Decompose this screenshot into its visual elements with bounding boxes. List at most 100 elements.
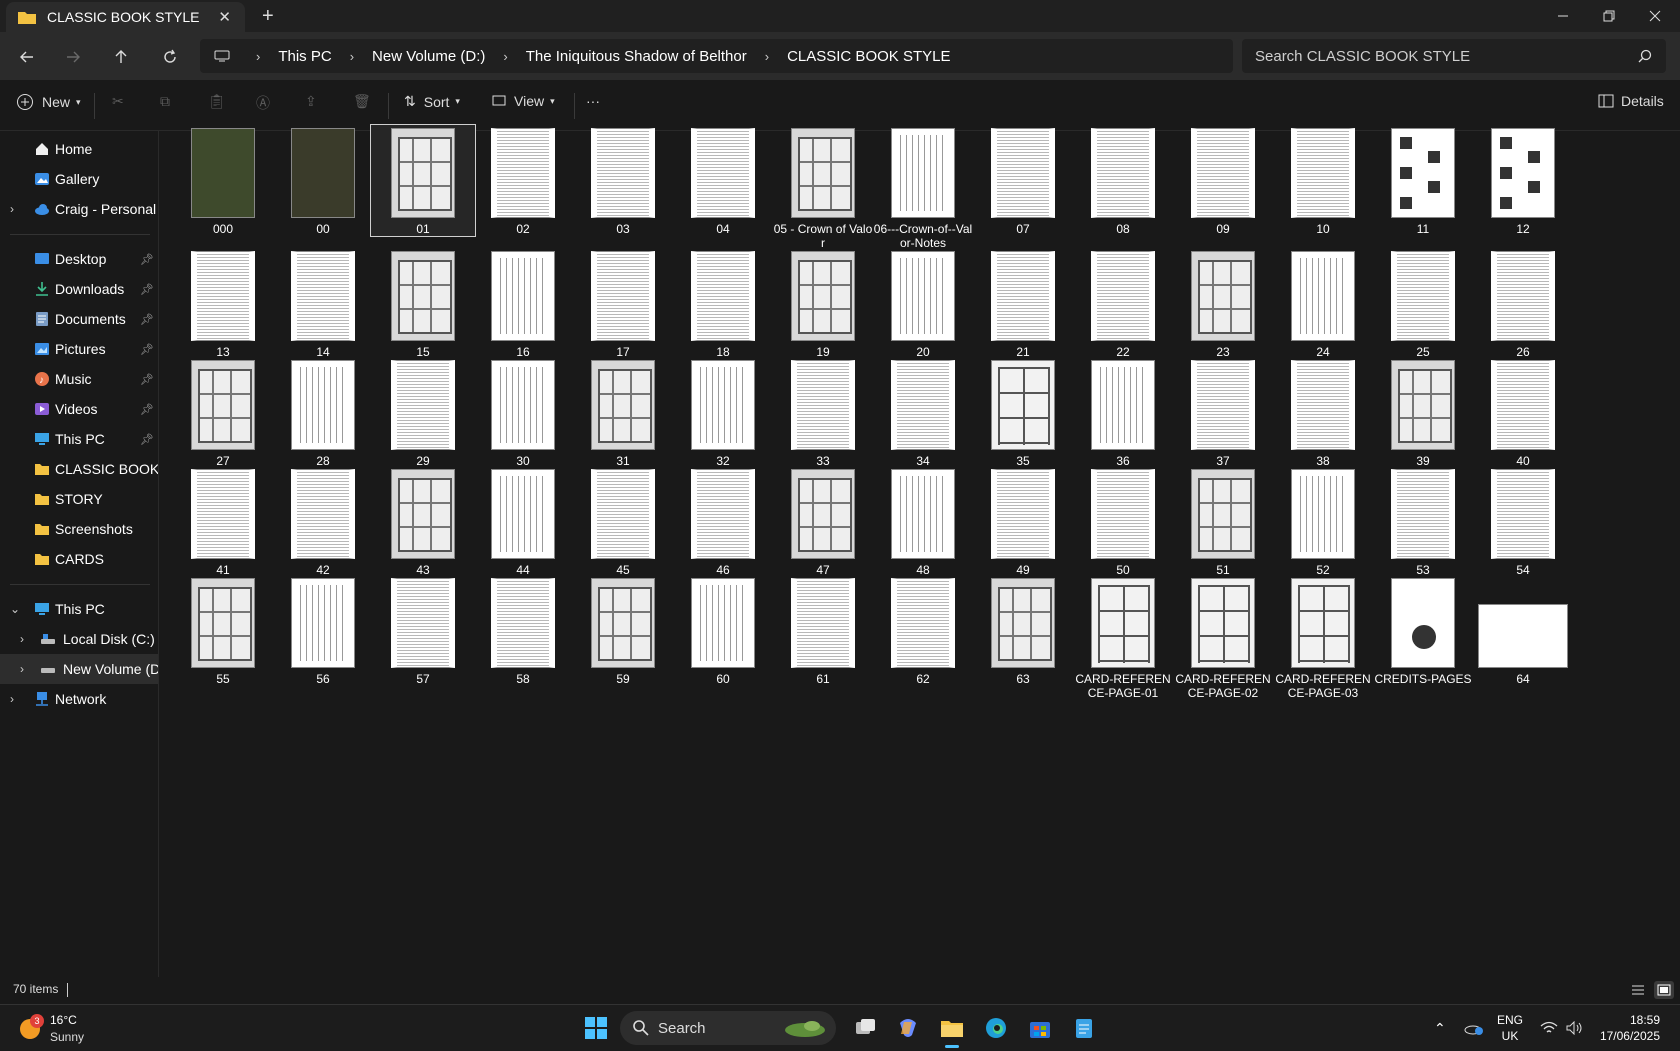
start-button[interactable] bbox=[580, 1012, 612, 1044]
notepad-button[interactable] bbox=[1068, 1012, 1100, 1044]
file-item[interactable]: 18 bbox=[671, 248, 775, 359]
file-item[interactable]: 12 bbox=[1471, 125, 1575, 236]
file-item[interactable]: 22 bbox=[1071, 248, 1175, 359]
pin-icon[interactable]: 📌︎ bbox=[140, 343, 154, 356]
file-item[interactable]: 14 bbox=[271, 248, 375, 359]
paste-button[interactable]: 📋︎ bbox=[208, 93, 226, 110]
file-item[interactable]: 06---Crown-of--Valor-Notes bbox=[871, 125, 975, 250]
share-button[interactable]: ⇪ bbox=[305, 93, 317, 110]
file-item[interactable]: 19 bbox=[771, 248, 875, 359]
chevron-down-icon[interactable]: ⌄ bbox=[10, 602, 20, 616]
file-item[interactable]: 63 bbox=[971, 575, 1075, 686]
sidebar-item-home[interactable]: Home bbox=[0, 134, 158, 164]
file-item[interactable]: 60 bbox=[671, 575, 775, 686]
file-item[interactable]: 62 bbox=[871, 575, 975, 686]
sidebar-item-new-volume[interactable]: › New Volume (D:) bbox=[0, 654, 158, 684]
pin-icon[interactable]: 📌︎ bbox=[140, 313, 154, 326]
file-item[interactable]: CREDITS-PAGES bbox=[1371, 575, 1475, 686]
more-options-button[interactable]: ··· bbox=[586, 93, 600, 109]
file-item[interactable]: 21 bbox=[971, 248, 1075, 359]
file-item[interactable]: 05 - Crown of Valor bbox=[771, 125, 875, 250]
file-item[interactable]: 13 bbox=[171, 248, 275, 359]
file-item[interactable]: 59 bbox=[571, 575, 675, 686]
breadcrumb-this-pc[interactable]: This PC bbox=[272, 48, 337, 65]
file-item[interactable]: 30 bbox=[471, 357, 575, 468]
sidebar-item-downloads[interactable]: Downloads 📌︎ bbox=[0, 274, 158, 304]
sidebar-item-this-pc-pinned[interactable]: This PC 📌︎ bbox=[0, 424, 158, 454]
file-item[interactable]: 56 bbox=[271, 575, 375, 686]
file-item[interactable]: 40 bbox=[1471, 357, 1575, 468]
file-item[interactable]: 43 bbox=[371, 466, 475, 577]
chevron-right-icon[interactable]: › bbox=[338, 49, 366, 64]
sidebar-item-onedrive[interactable]: › Craig - Personal bbox=[0, 194, 158, 224]
chevron-right-icon[interactable]: › bbox=[491, 49, 519, 64]
chevron-right-icon[interactable]: › bbox=[10, 202, 14, 216]
file-item[interactable]: 04 bbox=[671, 125, 775, 236]
chevron-right-icon[interactable]: › bbox=[20, 662, 24, 676]
file-item[interactable]: 00 bbox=[271, 125, 375, 236]
copilot-button[interactable] bbox=[892, 1012, 924, 1044]
view-button[interactable]: View ▾ bbox=[492, 93, 555, 109]
file-item[interactable]: 25 bbox=[1371, 248, 1475, 359]
restore-button[interactable] bbox=[1586, 0, 1632, 32]
close-tab-icon[interactable]: ✕ bbox=[218, 8, 231, 26]
file-explorer-button[interactable] bbox=[936, 1012, 968, 1048]
file-item[interactable]: 10 bbox=[1271, 125, 1375, 236]
search-input[interactable]: Search CLASSIC BOOK STYLE bbox=[1242, 39, 1666, 73]
file-item[interactable]: 35 bbox=[971, 357, 1075, 468]
file-item[interactable]: 000 bbox=[171, 125, 275, 236]
breadcrumb[interactable]: › This PC › New Volume (D:) › The Iniqui… bbox=[200, 39, 1233, 73]
taskbar-search[interactable]: Search bbox=[620, 1011, 836, 1045]
file-item[interactable]: 48 bbox=[871, 466, 975, 577]
new-button[interactable]: New ▾ bbox=[16, 93, 81, 111]
rename-button[interactable]: Ⓐ bbox=[256, 93, 270, 113]
file-item[interactable]: 38 bbox=[1271, 357, 1375, 468]
sidebar-item-story[interactable]: STORY bbox=[0, 484, 158, 514]
file-item[interactable]: 44 bbox=[471, 466, 575, 577]
pin-icon[interactable]: 📌︎ bbox=[140, 283, 154, 296]
sidebar-item-screenshots[interactable]: Screenshots bbox=[0, 514, 158, 544]
pin-icon[interactable]: 📌︎ bbox=[140, 403, 154, 416]
file-item[interactable]: 08 bbox=[1071, 125, 1175, 236]
sort-button[interactable]: ⇅ Sort ▾ bbox=[404, 93, 460, 110]
up-button[interactable] bbox=[108, 44, 134, 70]
breadcrumb-new-volume[interactable]: New Volume (D:) bbox=[366, 48, 491, 65]
file-item[interactable]: 49 bbox=[971, 466, 1075, 577]
chevron-right-icon[interactable]: › bbox=[244, 49, 272, 64]
file-item[interactable]: 20 bbox=[871, 248, 975, 359]
sidebar-item-pictures[interactable]: Pictures 📌︎ bbox=[0, 334, 158, 364]
file-item[interactable]: 23 bbox=[1171, 248, 1275, 359]
details-button[interactable]: Details bbox=[1598, 93, 1664, 109]
file-item[interactable]: 39 bbox=[1371, 357, 1475, 468]
file-item[interactable]: 55 bbox=[171, 575, 275, 686]
file-item[interactable]: 32 bbox=[671, 357, 775, 468]
sidebar-item-local-disk[interactable]: › Local Disk (C:) bbox=[0, 624, 158, 654]
file-item[interactable]: 58 bbox=[471, 575, 575, 686]
tab-classic-book-style[interactable]: CLASSIC BOOK STYLE ✕ bbox=[6, 2, 245, 32]
file-item[interactable]: 15 bbox=[371, 248, 475, 359]
show-hidden-icons-button[interactable]: ⌃ bbox=[1434, 1005, 1446, 1051]
delete-button[interactable]: 🗑︎ bbox=[353, 93, 371, 110]
file-item[interactable]: 09 bbox=[1171, 125, 1275, 236]
file-item[interactable]: 36 bbox=[1071, 357, 1175, 468]
file-item[interactable]: 37 bbox=[1171, 357, 1275, 468]
details-view-button[interactable] bbox=[1628, 981, 1648, 999]
file-item[interactable]: 51 bbox=[1171, 466, 1275, 577]
file-item[interactable]: 46 bbox=[671, 466, 775, 577]
file-item[interactable]: 47 bbox=[771, 466, 875, 577]
sidebar-item-cards[interactable]: CARDS bbox=[0, 544, 158, 574]
pin-icon[interactable]: 📌︎ bbox=[140, 253, 154, 266]
copy-button[interactable]: ⧉ bbox=[160, 93, 170, 110]
pin-icon[interactable]: 📌︎ bbox=[140, 373, 154, 386]
network-tray-button[interactable] bbox=[1540, 1005, 1558, 1051]
new-tab-button[interactable]: + bbox=[262, 5, 274, 28]
breadcrumb-classic-book-style[interactable]: CLASSIC BOOK STYLE bbox=[781, 48, 956, 65]
file-item[interactable]: 42 bbox=[271, 466, 375, 577]
chevron-right-icon[interactable]: › bbox=[753, 49, 781, 64]
file-item[interactable]: 17 bbox=[571, 248, 675, 359]
file-item[interactable]: 45 bbox=[571, 466, 675, 577]
sidebar-item-music[interactable]: ♪ Music 📌︎ bbox=[0, 364, 158, 394]
file-item[interactable]: 02 bbox=[471, 125, 575, 236]
sidebar-item-videos[interactable]: Videos 📌︎ bbox=[0, 394, 158, 424]
sidebar-item-documents[interactable]: Documents 📌︎ bbox=[0, 304, 158, 334]
